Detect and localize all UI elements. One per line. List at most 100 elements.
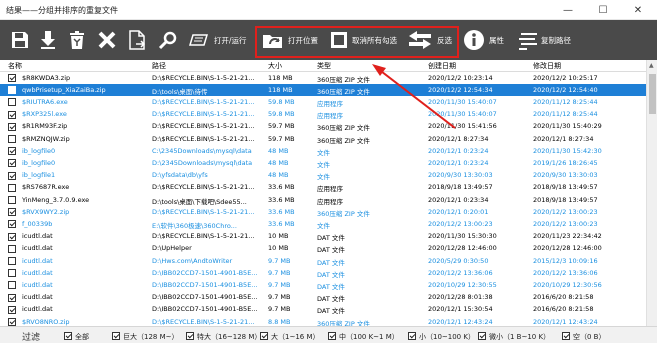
row-checkbox[interactable] bbox=[8, 122, 16, 131]
open-run-label[interactable]: 打开/运行 bbox=[214, 35, 247, 46]
column-header-created[interactable]: 创建日期 bbox=[428, 61, 456, 71]
table-row[interactable]: $RXP325l.exe D:\$RECYCLE.BIN\S-1-5-21-21.… bbox=[0, 109, 646, 121]
column-header-modified[interactable]: 修改日期 bbox=[533, 61, 561, 71]
open-run-icon[interactable] bbox=[186, 28, 210, 52]
row-checkbox[interactable] bbox=[8, 244, 16, 253]
vertical-scrollbar[interactable]: ▲ bbox=[646, 60, 657, 326]
cell-modified: 2016/6/20 8:21:58 bbox=[533, 293, 594, 302]
row-checkbox[interactable] bbox=[8, 293, 16, 302]
cell-modified: 2020/9/30 13:30:03 bbox=[533, 171, 598, 180]
cell-modified: 2020/12/2 12:54:40 bbox=[533, 85, 598, 94]
filter-option[interactable]: 大（1~16 M） bbox=[260, 331, 320, 342]
cell-path: D:\UpHelper bbox=[152, 244, 192, 253]
search-icon[interactable] bbox=[156, 28, 180, 52]
row-checkbox[interactable] bbox=[8, 171, 16, 180]
table-row[interactable]: ib_logfile1 D:\yfsdata\db\yfs 48 MB 文件 2020/… bbox=[0, 170, 646, 182]
recycle-bin-icon[interactable] bbox=[65, 28, 89, 52]
column-header-size[interactable]: 大小 bbox=[268, 61, 282, 71]
table-row[interactable]: icudtl.dat D:\IBB02CCD7-1501-4901-B5E... 9… bbox=[0, 267, 646, 279]
table-row[interactable]: $R1RM93F.zip D:\$RECYCLE.BIN\S-1-5-21-21.… bbox=[0, 121, 646, 133]
table-row[interactable]: $RMZNQJW.zip D:\$RECYCLE.BIN\S-1-5-21-21.… bbox=[0, 133, 646, 145]
table-row[interactable]: ib_logfile0 D:\2345Downloads\mysql\data 48… bbox=[0, 157, 646, 169]
row-checkbox[interactable] bbox=[8, 232, 16, 241]
cell-modified: 2018/9/18 13:49:57 bbox=[533, 183, 598, 192]
row-checkbox[interactable] bbox=[8, 305, 16, 314]
filter-checkbox[interactable] bbox=[562, 332, 570, 340]
filter-option[interactable]: 微小（1 B~10 K） bbox=[478, 331, 550, 342]
cell-created: 2020/11/30 15:41:56 bbox=[428, 122, 497, 131]
column-header-path[interactable]: 路径 bbox=[152, 61, 166, 71]
table-row[interactable]: $RVO8NRO.zip D:\$RECYCLE.BIN\S-1-5-21-21.… bbox=[0, 316, 646, 326]
window-title: 结果——分组并排序的重复文件 bbox=[6, 6, 118, 15]
cell-path: D:\$RECYCLE.BIN\S-1-5-21-21... bbox=[152, 73, 255, 82]
row-checkbox[interactable] bbox=[8, 98, 16, 107]
cell-created: 2020/12/28 8:01:38 bbox=[428, 293, 493, 302]
filter-checkbox[interactable] bbox=[260, 332, 268, 340]
cell-name: icudtl.dat bbox=[22, 280, 53, 289]
download-icon[interactable] bbox=[36, 28, 60, 52]
table-row[interactable]: icudtl.dat D:\IBB02CCD7-1501-4901-B5E... 9… bbox=[0, 304, 646, 316]
cell-type: 应用程序 bbox=[317, 112, 343, 121]
row-checkbox[interactable] bbox=[8, 147, 16, 156]
filter-option[interactable]: 小（10~100 K） bbox=[408, 331, 475, 342]
row-checkbox[interactable] bbox=[8, 269, 16, 278]
filter-option-label: 中（100 K~1 M） bbox=[339, 333, 399, 341]
scroll-up-icon[interactable]: ▲ bbox=[649, 62, 654, 69]
column-header-name[interactable]: 名称 bbox=[8, 61, 22, 71]
scrollbar-thumb[interactable] bbox=[649, 74, 656, 114]
filter-option[interactable]: 中（100 K~1 M） bbox=[328, 331, 399, 342]
cell-type: DAT 文件 bbox=[317, 282, 345, 291]
filter-checkbox[interactable] bbox=[186, 332, 194, 340]
table-row[interactable]: $R8KWDA3.zip D:\$RECYCLE.BIN\S-1-5-21-21.… bbox=[0, 72, 646, 84]
row-checkbox[interactable] bbox=[8, 183, 16, 192]
save-icon[interactable] bbox=[8, 28, 32, 52]
cell-name: icudtl.dat bbox=[22, 244, 53, 253]
table-row[interactable]: YinMeng_3.7.0.9.exe D:\tools\桌面\下载吧\Sdee5… bbox=[0, 194, 646, 206]
delete-x-icon[interactable] bbox=[95, 28, 119, 52]
row-checkbox[interactable] bbox=[8, 86, 16, 95]
filter-option[interactable]: 空（0 B） bbox=[562, 331, 605, 342]
copy-path-icon[interactable] bbox=[516, 28, 540, 52]
row-checkbox[interactable] bbox=[8, 196, 16, 204]
table-row[interactable]: f_00339b E:\软件\360极速\360Chro... 33.6 MB 文件 2… bbox=[0, 218, 646, 230]
row-checkbox[interactable] bbox=[8, 281, 16, 290]
filter-checkbox[interactable] bbox=[64, 332, 72, 340]
table-row[interactable]: qwbPrisetup_XiaZaiBa.zip D:\tools\桌面\待传 11… bbox=[0, 84, 646, 96]
table-row[interactable]: icudtl.dat D:\IBB02CCD7-1501-4901-B5E... 9… bbox=[0, 279, 646, 291]
table-row[interactable]: $RS7687R.exe D:\$RECYCLE.BIN\S-1-5-21-21.… bbox=[0, 182, 646, 194]
table-row[interactable]: ib_logfile0 C:\2345Downloads\mysql\data 48… bbox=[0, 145, 646, 157]
filter-option[interactable]: 全部 bbox=[64, 331, 89, 342]
row-checkbox[interactable] bbox=[8, 159, 16, 168]
close-button[interactable]: ✕ bbox=[623, 0, 653, 20]
row-checkbox[interactable] bbox=[8, 318, 16, 326]
row-checkbox[interactable] bbox=[8, 220, 16, 229]
table-row[interactable]: $RIUTRA6.exe D:\$RECYCLE.BIN\S-1-5-21-21.… bbox=[0, 96, 646, 108]
properties-label[interactable]: 属性 bbox=[489, 35, 504, 46]
annotation-highlight-box bbox=[255, 26, 459, 58]
filter-option[interactable]: 特大（16~128 M） bbox=[186, 331, 261, 342]
table-row[interactable]: icudtl.dat D:\IBB02CCD7-1501-4901-B5E... 9… bbox=[0, 292, 646, 304]
filter-checkbox[interactable] bbox=[112, 332, 120, 340]
cell-path: D:\$RECYCLE.BIN\S-1-5-21-21... bbox=[152, 183, 255, 192]
column-header-type[interactable]: 类型 bbox=[317, 61, 331, 71]
table-row[interactable]: icudtl.dat D:\Hws.com\AndtoWriter 9.7 MB DA… bbox=[0, 255, 646, 267]
info-icon[interactable] bbox=[462, 28, 486, 52]
filter-checkbox[interactable] bbox=[478, 332, 486, 340]
minimize-button[interactable]: — bbox=[553, 0, 583, 20]
row-checkbox[interactable] bbox=[8, 74, 16, 82]
new-file-icon[interactable] bbox=[125, 28, 149, 52]
row-checkbox[interactable] bbox=[8, 208, 16, 217]
filter-option[interactable]: 巨大（128 M~） bbox=[112, 331, 179, 342]
table-row[interactable]: icudtl.dat D:\UpHelper 10 MB DAT 文件 2020/12/… bbox=[0, 243, 646, 255]
filter-checkbox[interactable] bbox=[328, 332, 336, 340]
copy-path-label[interactable]: 复制路径 bbox=[541, 35, 571, 46]
maximize-button[interactable]: ☐ bbox=[588, 0, 618, 20]
filter-option-label: 微小（1 B~10 K） bbox=[489, 333, 551, 341]
row-checkbox[interactable] bbox=[8, 110, 16, 119]
row-checkbox[interactable] bbox=[8, 135, 16, 143]
row-checkbox[interactable] bbox=[8, 257, 16, 265]
filter-checkbox[interactable] bbox=[408, 332, 416, 340]
cell-modified: 2016/6/20 8:21:58 bbox=[533, 305, 594, 314]
table-row[interactable]: icudtl.dat D:\$RECYCLE.BIN\S-1-5-21-21...… bbox=[0, 231, 646, 243]
table-row[interactable]: $RVX9WY2.zip D:\$RECYCLE.BIN\S-1-5-21-21.… bbox=[0, 206, 646, 218]
